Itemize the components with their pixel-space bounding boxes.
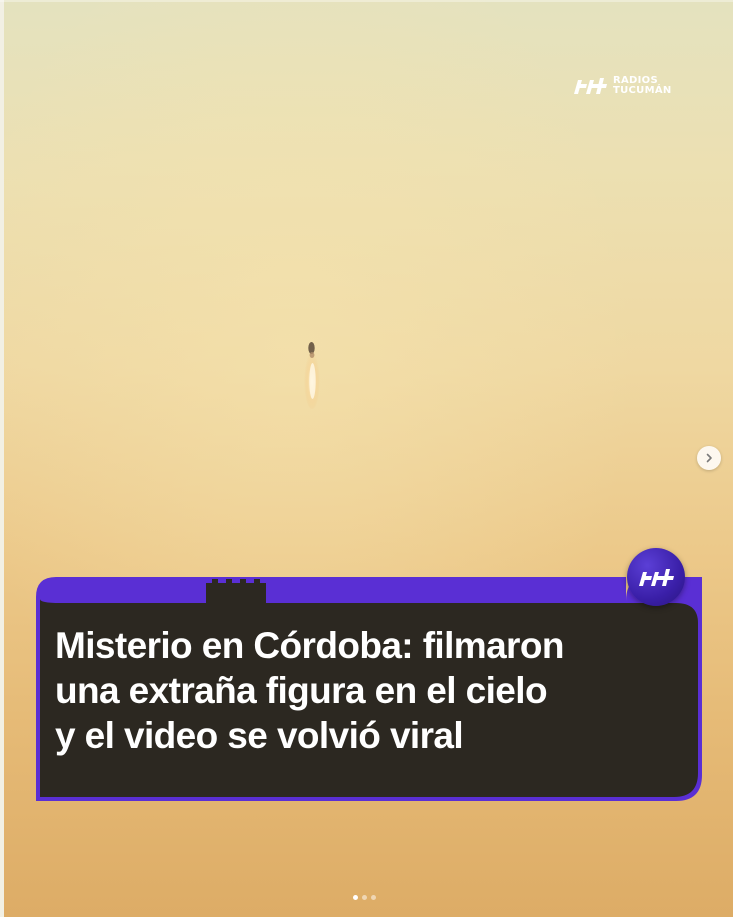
watermark-line-2: TUCUMÁN: [613, 85, 672, 96]
next-slide-button[interactable]: [697, 446, 721, 470]
carousel-pagination: [353, 895, 376, 900]
headline-line-3: y el video se volvió viral: [55, 715, 464, 756]
radios-tucuman-logo-icon: [574, 78, 607, 94]
sky-object: [304, 342, 320, 409]
headline-line-2: una extraña figura en el cielo: [55, 670, 548, 711]
pagination-dot-2[interactable]: [362, 895, 367, 900]
chevron-right-icon: [706, 453, 712, 463]
rt-logo-badge-icon: [627, 548, 685, 606]
top-edge: [0, 0, 733, 2]
headline: Misterio en Córdoba: filmaron una extrañ…: [55, 623, 675, 758]
pagination-dot-3[interactable]: [371, 895, 376, 900]
radios-tucuman-watermark: RADIOS TUCUMÁN: [572, 76, 672, 96]
pagination-dot-1[interactable]: [353, 895, 358, 900]
rt-logo-mark: [639, 569, 674, 586]
headline-line-1: Misterio en Córdoba: filmaron: [55, 625, 564, 666]
post-image: RADIOS TUCUMÁN Misterio en Córdoba: film…: [0, 0, 733, 917]
headline-card: Misterio en Córdoba: filmaron una extrañ…: [36, 575, 703, 803]
